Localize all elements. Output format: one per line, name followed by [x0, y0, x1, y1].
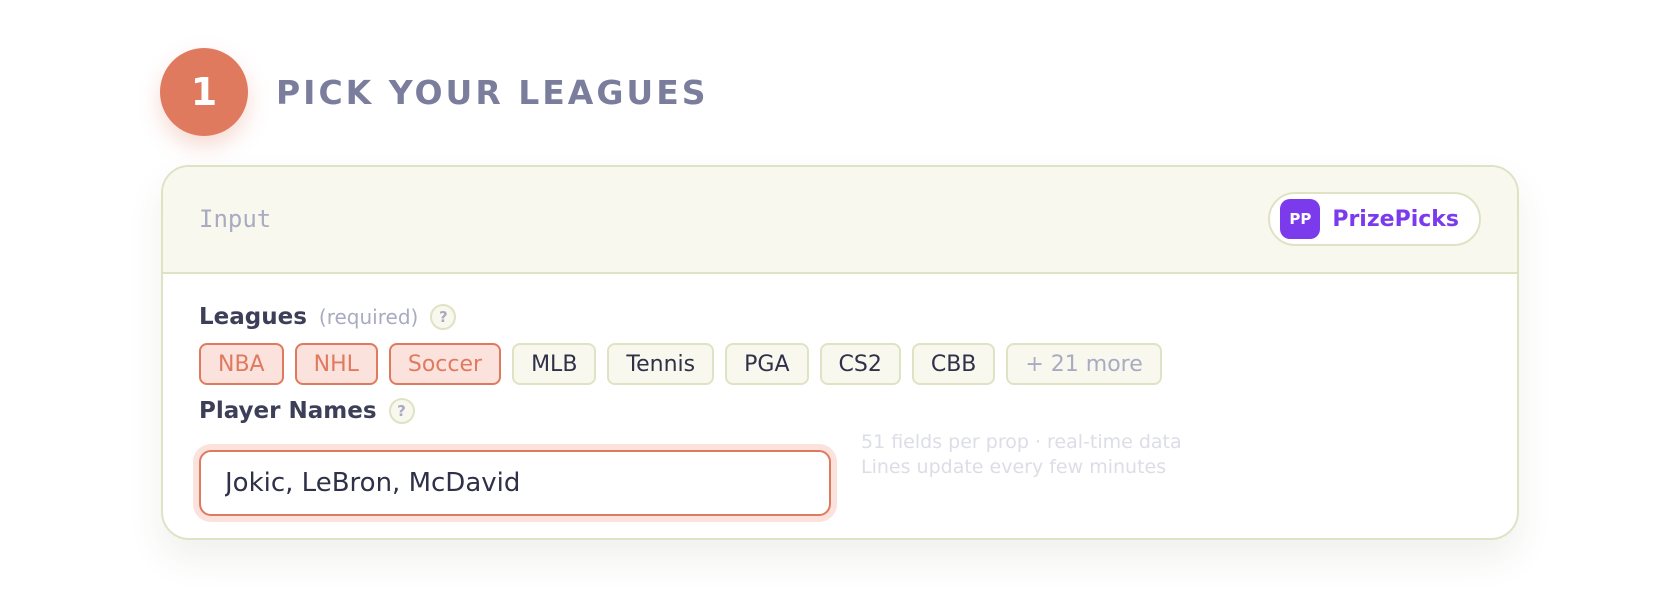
player-names-label: Player Names	[199, 398, 377, 424]
provider-selector[interactable]: PP PrizePicks	[1268, 192, 1481, 246]
leagues-required-hint: (required)	[318, 305, 419, 329]
data-info-note: 51 fields per prop · real-time data Line…	[861, 430, 1182, 480]
step-number-badge: 1	[160, 48, 248, 136]
player-names-help-icon[interactable]: ?	[388, 398, 415, 424]
data-info-line-2: Lines update every few minutes	[861, 456, 1167, 478]
league-chip-nhl[interactable]: NHL	[294, 343, 378, 385]
league-chip-soccer[interactable]: Soccer	[388, 343, 502, 385]
leagues-label-row: Leagues (required) ?	[199, 304, 457, 330]
provider-name: PrizePicks	[1332, 206, 1459, 232]
data-info-line-1: 51 fields per prop · real-time data	[861, 431, 1182, 453]
step-header: 1 PICK YOUR LEAGUES	[160, 48, 709, 136]
player-names-field	[199, 450, 831, 516]
card-body: Leagues (required) ? NBA NHL Soccer MLB …	[163, 274, 1517, 538]
league-chip-tennis[interactable]: Tennis	[607, 343, 715, 385]
league-chip-pga[interactable]: PGA	[725, 343, 809, 385]
card-header: Input PP PrizePicks	[163, 167, 1517, 274]
leagues-help-icon[interactable]: ?	[430, 304, 457, 330]
player-names-label-row: Player Names ?	[199, 398, 415, 424]
league-chip-cs2[interactable]: CS2	[819, 343, 901, 385]
league-chip-mlb[interactable]: MLB	[512, 343, 597, 385]
card-header-label: Input	[199, 205, 272, 233]
input-card: Input PP PrizePicks Leagues (required) ?…	[161, 165, 1519, 540]
step-title: PICK YOUR LEAGUES	[276, 72, 709, 112]
prizepicks-logo-icon: PP	[1280, 199, 1321, 239]
league-chip-nba[interactable]: NBA	[199, 343, 284, 385]
leagues-label: Leagues	[199, 304, 307, 330]
league-chip-cbb[interactable]: CBB	[911, 343, 996, 385]
more-leagues-button[interactable]: + 21 more	[1006, 343, 1162, 385]
player-names-input[interactable]	[201, 468, 829, 498]
leagues-chip-list: NBA NHL Soccer MLB Tennis PGA CS2 CBB + …	[199, 343, 1173, 385]
